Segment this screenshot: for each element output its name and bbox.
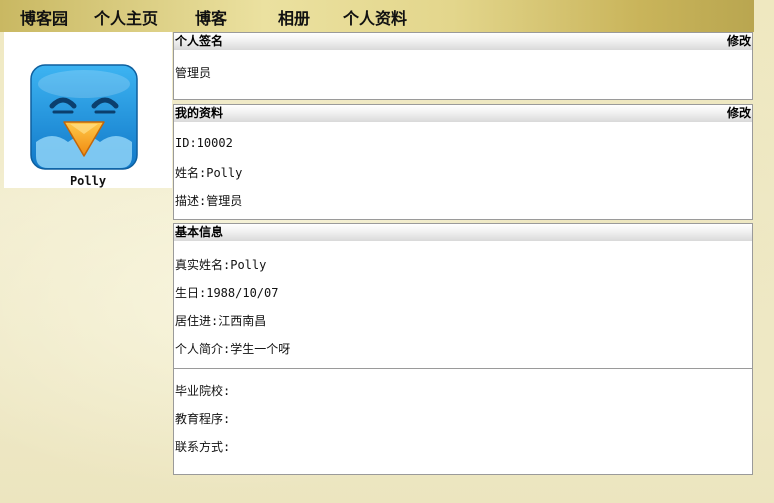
nav-item-album[interactable]: 相册 [278, 5, 310, 29]
edit-profile-link[interactable]: 修改 [727, 105, 751, 122]
signature-header: 个人签名 修改 [174, 33, 752, 50]
my-profile-header: 我的资料 修改 [174, 105, 752, 122]
nav-item-profile[interactable]: 个人资料 [343, 5, 407, 29]
username-label: Polly [69, 174, 107, 188]
signature-title: 个人签名 [175, 34, 224, 48]
nav-item-homepage[interactable]: 个人主页 [94, 5, 158, 29]
profile-sidebar: Polly [4, 32, 172, 188]
profile-name: 姓名:Polly [175, 166, 243, 180]
signature-panel: 个人签名 修改 管理员 [173, 32, 753, 100]
blue-bird-icon[interactable] [30, 64, 138, 170]
profile-description: 描述:管理员 [175, 194, 243, 208]
top-nav: 博客园 个人主页 博客 相册 个人资料 [0, 0, 754, 32]
education-level: 教育程序: [175, 412, 231, 426]
basic-info-title: 基本信息 [175, 225, 224, 239]
nav-item-cnblogs[interactable]: 博客园 [20, 5, 68, 29]
profile-id: ID:10002 [175, 136, 233, 150]
basic-residence: 居住进:江西南昌 [175, 314, 267, 328]
signature-text: 管理员 [175, 66, 212, 80]
edit-signature-link[interactable]: 修改 [727, 33, 751, 50]
contact-info: 联系方式: [175, 440, 231, 454]
my-profile-panel: 我的资料 修改 ID:10002 姓名:Polly 描述:管理员 [173, 104, 753, 220]
graduate-school: 毕业院校: [175, 384, 231, 398]
basic-real-name: 真实姓名:Polly [175, 258, 267, 272]
basic-birthday: 生日:1988/10/07 [175, 286, 279, 300]
my-profile-title: 我的资料 [175, 106, 224, 120]
basic-info-panel: 基本信息 真实姓名:Polly 生日:1988/10/07 居住进:江西南昌 个… [173, 223, 753, 369]
basic-info-header: 基本信息 [174, 224, 752, 241]
education-panel: 毕业院校: 教育程序: 联系方式: [173, 368, 753, 475]
nav-item-blog[interactable]: 博客 [195, 5, 227, 29]
basic-bio: 个人简介:学生一个呀 [175, 342, 291, 356]
